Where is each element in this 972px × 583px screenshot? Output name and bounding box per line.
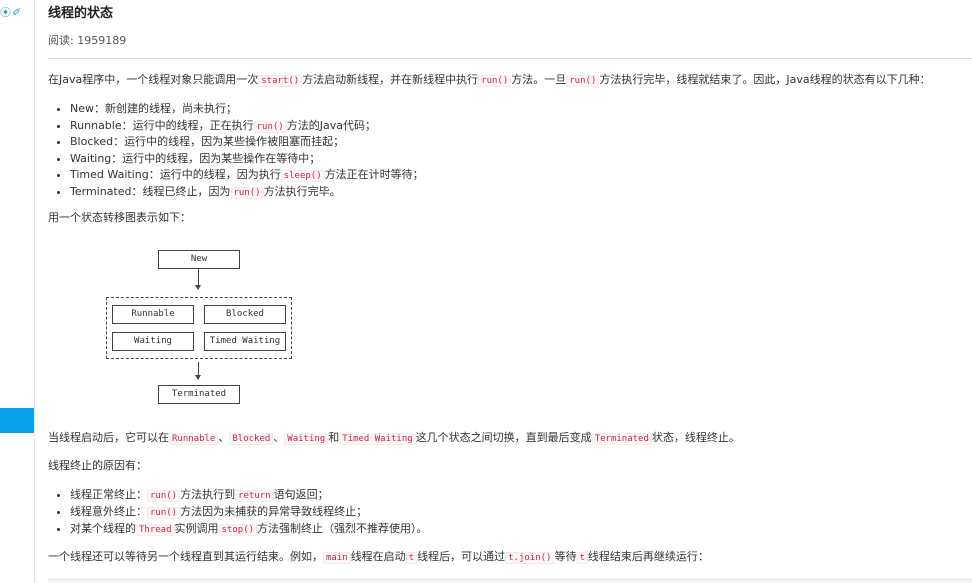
list-item: Blocked：运行中的线程，因为某些操作被阻塞而挂起；: [70, 134, 424, 151]
list-item: Terminated：线程已终止，因为run()方法执行完毕。: [70, 184, 424, 201]
state-switch-paragraph: 当线程启动后，它可以在 Runnable、 Blocked、 Waiting 和 Time…: [48, 431, 740, 445]
terminated-state-box: Terminated: [158, 385, 240, 404]
selected-nav-item[interactable]: [0, 408, 34, 433]
arrow-down: [195, 269, 201, 290]
diagram-intro: 用一个状态转移图表示如下：: [48, 211, 191, 224]
waiting-state-box: Waiting: [112, 332, 194, 351]
pin-icon[interactable]: ✐: [12, 6, 21, 20]
code-run: run(): [478, 75, 512, 87]
list-item: Runnable：运行中的线程，正在执行run()方法的Java代码；: [70, 118, 424, 135]
timed-waiting-state-box: Timed Waiting: [204, 332, 286, 351]
list-item: New：新创建的线程，尚未执行；: [70, 101, 424, 118]
left-sidebar: ⦿ ✐: [0, 0, 35, 583]
page-title: 线程的状态: [48, 6, 114, 21]
read-count: 阅读: 1959189: [48, 34, 127, 47]
termination-reasons-title: 线程终止的原因有：: [48, 459, 147, 472]
code-block-edge: [48, 579, 972, 583]
code-run: run(): [566, 75, 600, 87]
article-content: 线程的状态 阅读: 1959189 在Java程序中，一个线程对象只能调用一次 s…: [48, 0, 972, 583]
list-item: 对某个线程的Thread实例调用stop()方法强制终止（强烈不推荐使用）。: [70, 521, 428, 538]
arrow-down: [195, 362, 201, 380]
list-item: Waiting：运行中的线程，因为某些操作在等待中；: [70, 151, 424, 168]
list-item: 线程正常终止：run()方法执行到return语句返回；: [70, 487, 428, 504]
title-divider: [48, 58, 972, 59]
state-transition-diagram: New Runnable Blocked Waiting Timed Waiti…: [103, 250, 293, 410]
thread-state-list: New：新创建的线程，尚未执行； Runnable：运行中的线程，正在执行run…: [48, 101, 424, 200]
join-paragraph: 一个线程还可以等待另一个线程直到其运行结束。例如， main 线程在启动 t 线程后，可…: [48, 550, 709, 564]
target-icon[interactable]: ⦿: [0, 6, 11, 20]
runnable-state-box: Runnable: [112, 305, 194, 324]
list-item: Timed Waiting：运行中的线程，因为执行sleep()方法正在计时等待…: [70, 167, 424, 184]
code-start: start(): [258, 75, 303, 87]
termination-reason-list: 线程正常终止：run()方法执行到return语句返回； 线程意外终止：run(…: [48, 487, 428, 538]
blocked-state-box: Blocked: [204, 305, 286, 324]
list-item: 线程意外终止：run()方法因为未捕获的异常导致线程终止；: [70, 504, 428, 521]
intro-paragraph: 在Java程序中，一个线程对象只能调用一次 start() 方法启动新线程，并在新线…: [48, 73, 931, 87]
new-state-box: New: [158, 250, 240, 269]
